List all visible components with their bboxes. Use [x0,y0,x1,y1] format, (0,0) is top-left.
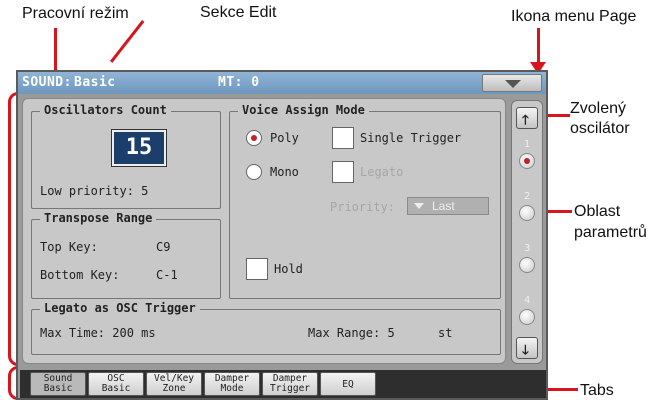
bottom-key-value[interactable]: C-1 [156,268,178,282]
max-range-unit: st [438,326,453,340]
page-menu-button[interactable] [482,74,542,92]
top-key-label: Top Key: [40,240,98,254]
transpose-range-group: Transpose Range Top Key: C9 Bottom Key: … [31,211,221,299]
tab-sound-basic[interactable]: Sound Basic [30,372,86,396]
callout-line-mode [54,28,57,74]
osc-number-1: 1 [524,139,531,150]
callout-edit-section: Sekce Edit [200,4,277,21]
callout-mode: Pracovní režim [22,5,129,22]
max-range-label[interactable]: Max Range: 5 [308,326,395,340]
tab-bar: Sound Basic OSC Basic Vel/Key Zone Dampe… [20,370,546,398]
priority-dropdown-icon [414,203,424,209]
scroll-down-arrow-icon: 🡓 [522,343,529,358]
scroll-up-button[interactable]: 🡑 [516,107,538,129]
scroll-up-arrow-icon: 🡑 [522,113,529,128]
tab-damper-mode[interactable]: Damper Mode [204,372,260,396]
osc-number-4: 4 [524,295,531,306]
title-bar: SOUND: Basic MT: 0 [18,72,546,94]
callout-line-tabs [548,388,578,391]
osc-knob-2[interactable] [519,205,535,221]
legato-osc-trigger-title: Legato as OSC Trigger [40,301,200,315]
max-time-label[interactable]: Max Time: 200 ms [40,326,156,340]
low-priority-label: Low priority: 5 [40,184,149,198]
single-trigger-checkbox[interactable] [332,127,354,149]
priority-value: Last [432,199,455,213]
page-menu-down-arrow-icon [505,80,521,88]
mono-radio[interactable] [246,164,262,180]
legato-checkbox[interactable] [332,161,354,183]
priority-select[interactable]: Last [407,197,489,215]
selected-osc-dot [524,158,530,164]
osc-number-2: 2 [524,191,531,202]
voice-assign-mode-title: Voice Assign Mode [238,103,369,117]
tab-damper-trigger[interactable]: Damper Trigger [262,372,318,396]
callout-param-area-line2: parametrů [574,224,647,241]
oscillator-selector: 🡑 1 2 3 4 🡓 [511,100,543,364]
callout-page-menu-icon: Ikona menu Page [511,8,637,25]
tab-eq[interactable]: EQ [320,372,376,396]
priority-label: Priority: [330,200,396,214]
poly-radio[interactable] [246,130,262,146]
bottom-key-label: Bottom Key: [40,268,120,282]
hold-label: Hold [274,262,303,276]
legato-osc-trigger-group: Legato as OSC Trigger Max Time: 200 ms M… [31,301,501,355]
parameter-area: Oscillators Count 15 Low priority: 5 Tra… [22,98,506,364]
mono-label: Mono [270,165,299,179]
tab-osc-basic[interactable]: OSC Basic [88,372,144,396]
hold-checkbox[interactable] [246,258,268,280]
legato-label: Legato [360,165,404,179]
osc-number-3: 3 [524,243,531,254]
oscillators-count-title: Oscillators Count [40,103,171,117]
callout-param-area-line1: Oblast [574,203,621,220]
poly-label: Poly [270,131,299,145]
transpose-range-title: Transpose Range [40,211,157,225]
mode-label: SOUND: [22,75,72,90]
osc-knob-4[interactable] [519,309,535,325]
scroll-down-button[interactable]: 🡓 [516,337,538,359]
callout-selected-osc-line2: oscilátor [570,120,630,137]
osc-knob-3[interactable] [519,257,535,273]
tab-vel-key-zone[interactable]: Vel/Key Zone [146,372,202,396]
single-trigger-label: Single Trigger [360,131,462,145]
oscillators-count-value[interactable]: 15 [112,130,166,166]
oscillators-count-group: Oscillators Count 15 Low priority: 5 [31,103,221,209]
callout-line-edit [109,20,145,63]
device-screen: SOUND: Basic MT: 0 Oscillators Count 15 … [16,70,548,400]
callout-selected-osc-line1: Zvolený [570,100,627,117]
callout-tabs: Tabs [580,382,614,399]
master-transpose: MT: 0 [218,75,260,90]
section-label: Basic [74,75,116,90]
top-key-value[interactable]: C9 [156,240,170,254]
osc-knob-1[interactable] [519,153,535,169]
radio-selected-dot [251,135,257,141]
